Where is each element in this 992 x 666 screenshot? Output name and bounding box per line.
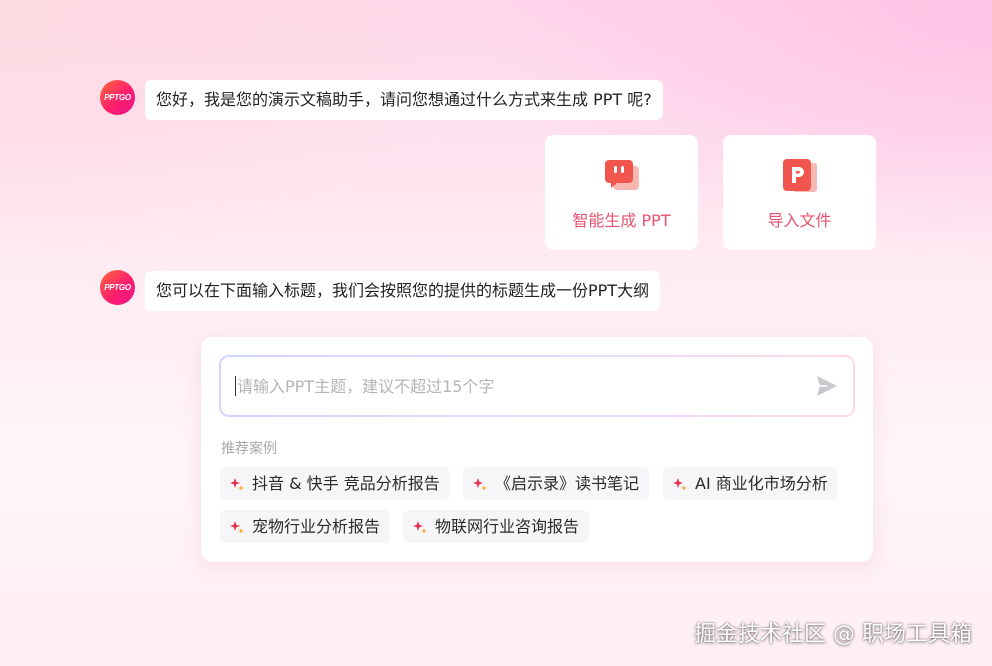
- message-text: 您可以在下面输入标题，我们会按照您的提供的标题生成一份PPT大纲: [156, 281, 650, 300]
- assistant-avatar: PPTGO: [100, 270, 135, 305]
- topic-input-container: [219, 355, 855, 417]
- recommend-item-label: AI 商业化市场分析: [695, 474, 828, 493]
- sparkle-icon: [673, 477, 687, 491]
- text-caret: [235, 376, 236, 396]
- recommend-title: 推荐案例: [221, 441, 277, 457]
- recommend-item[interactable]: 物联网行业咨询报告: [403, 510, 590, 543]
- message-text: 您好，我是您的演示文稿助手，请问您想通过什么方式来生成 PPT 呢?: [156, 90, 652, 109]
- recommend-item-label: 宠物行业分析报告: [252, 517, 381, 536]
- recommend-item-label: 抖音 & 快手 竞品分析报告: [252, 474, 440, 493]
- chat-bubble-icon: [604, 160, 639, 190]
- assistant-avatar: PPTGO: [100, 80, 135, 115]
- recommend-item[interactable]: 《启示录》读书笔记: [463, 467, 650, 500]
- recommend-item[interactable]: AI 商业化市场分析: [663, 467, 838, 500]
- topic-input[interactable]: [237, 376, 815, 396]
- avatar-logo-text: PPTGO: [104, 93, 131, 102]
- sparkle-icon: [230, 520, 244, 534]
- assistant-message: 您可以在下面输入标题，我们会按照您的提供的标题生成一份PPT大纲: [145, 271, 661, 311]
- recommend-item[interactable]: 宠物行业分析报告: [220, 510, 391, 543]
- import-file-button[interactable]: 导入文件: [723, 135, 876, 250]
- sparkle-icon: [413, 520, 427, 534]
- recommend-item-label: 《启示录》读书笔记: [495, 474, 640, 493]
- smart-generate-ppt-button[interactable]: 智能生成 PPT: [545, 135, 698, 250]
- watermark: 掘金技术社区 @ 职场工具箱: [694, 622, 972, 647]
- topic-input-box[interactable]: [221, 357, 853, 415]
- recommend-item[interactable]: 抖音 & 快手 竞品分析报告: [220, 467, 450, 500]
- send-icon[interactable]: [815, 374, 839, 398]
- recommend-item-label: 物联网行业咨询报告: [435, 517, 580, 536]
- input-panel: 推荐案例 抖音 & 快手 竞品分析报告 《启示录》读书笔记 AI 商业化市场分析…: [201, 337, 873, 562]
- ppt-file-icon: [782, 159, 817, 192]
- avatar-logo-text: PPTGO: [104, 283, 131, 292]
- assistant-message: 您好，我是您的演示文稿助手，请问您想通过什么方式来生成 PPT 呢?: [145, 80, 663, 120]
- sparkle-icon: [473, 477, 487, 491]
- option-label: 智能生成 PPT: [572, 211, 671, 230]
- sparkle-icon: [230, 477, 244, 491]
- option-label: 导入文件: [767, 211, 832, 230]
